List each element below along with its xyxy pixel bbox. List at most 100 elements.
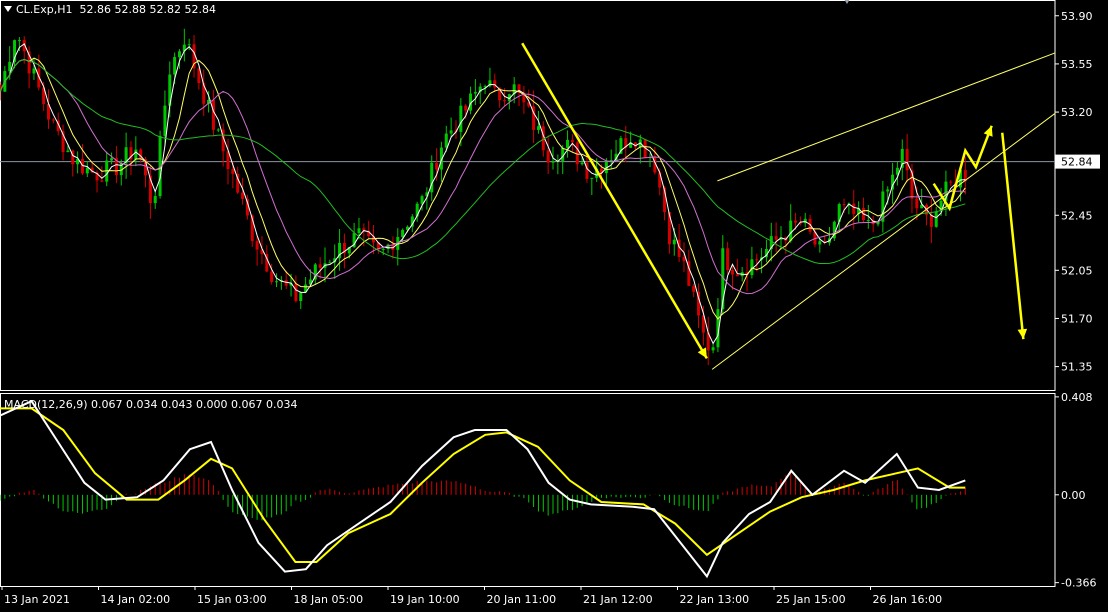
time-axis-label: 25 Jan 15:00 bbox=[776, 593, 846, 606]
candle-body bbox=[852, 203, 856, 214]
candle-body bbox=[755, 259, 759, 261]
candle-body bbox=[794, 220, 798, 223]
candle-body bbox=[255, 241, 259, 250]
chart-window: 53.9053.5553.2052.8552.4552.0551.7051.35… bbox=[0, 0, 1108, 608]
candle-body bbox=[449, 130, 453, 134]
candle-body bbox=[299, 292, 303, 302]
macd-axis-label: -0.366 bbox=[1061, 577, 1096, 590]
time-axis-label: 22 Jan 13:00 bbox=[680, 593, 750, 606]
current-price-label: 52.84 bbox=[1061, 156, 1093, 169]
candle-body bbox=[381, 248, 385, 250]
candle-body bbox=[100, 180, 104, 182]
projection-arrow[interactable] bbox=[1001, 132, 1025, 340]
candle-body bbox=[934, 211, 938, 227]
time-axis-label: 13 Jan 2021 bbox=[4, 593, 70, 606]
price-axis-label: 53.90 bbox=[1061, 10, 1093, 23]
price-axis-label: 53.55 bbox=[1061, 58, 1093, 71]
candle-body bbox=[866, 219, 870, 221]
time-axis-label: 14 Jan 02:00 bbox=[101, 593, 171, 606]
candle-body bbox=[570, 139, 574, 143]
candle-body bbox=[66, 150, 70, 152]
candle-body bbox=[905, 148, 909, 171]
candle-body bbox=[357, 228, 361, 234]
candle-body bbox=[789, 220, 793, 241]
candle-body bbox=[85, 167, 89, 174]
macd-indicator-label: MACD(12,26,9) 0.067 0.034 0.043 0.000 0.… bbox=[4, 398, 298, 411]
candle-body bbox=[153, 196, 157, 204]
candle-body bbox=[551, 161, 555, 163]
candle-body bbox=[420, 196, 424, 204]
candle-body bbox=[915, 198, 919, 209]
candle-body bbox=[241, 192, 245, 199]
candle-body bbox=[536, 126, 540, 130]
candle-body bbox=[566, 139, 570, 148]
macd-main-line bbox=[0, 399, 966, 579]
price-axis-label: 51.70 bbox=[1061, 312, 1093, 325]
candle-body bbox=[493, 80, 497, 88]
price-axis-label: 52.05 bbox=[1061, 264, 1093, 277]
chart-canvas[interactable]: 53.9053.5553.2052.8552.4552.0551.7051.35… bbox=[0, 0, 1108, 608]
chart-menu-icon[interactable] bbox=[4, 6, 12, 12]
candle-body bbox=[318, 264, 322, 268]
candle-body bbox=[444, 133, 448, 148]
ohlc-values: 52.86 52.88 52.82 52.84 bbox=[79, 3, 216, 16]
candle-body bbox=[173, 57, 177, 75]
candle-body bbox=[682, 256, 686, 262]
ma-yellow-line bbox=[0, 57, 966, 320]
price-axis-label: 53.20 bbox=[1061, 106, 1093, 119]
candle-body bbox=[294, 283, 298, 302]
candle-body bbox=[211, 99, 215, 130]
candle-body bbox=[949, 181, 953, 183]
candle-body bbox=[711, 347, 715, 351]
candle-body bbox=[726, 248, 730, 271]
candle-body bbox=[692, 285, 696, 292]
candle-body bbox=[51, 119, 55, 121]
candle-body bbox=[502, 100, 506, 102]
candle-body bbox=[672, 239, 676, 245]
candle-body bbox=[929, 214, 933, 227]
symbol-name: CL.Exp,H1 bbox=[16, 3, 73, 16]
time-axis-label: 19 Jan 10:00 bbox=[390, 593, 460, 606]
candle-body bbox=[177, 51, 181, 58]
candle-body bbox=[886, 189, 890, 192]
candle-body bbox=[818, 241, 822, 245]
candle-body bbox=[464, 105, 468, 111]
candle-body bbox=[275, 281, 279, 283]
candle-body bbox=[134, 149, 138, 160]
candle-body bbox=[750, 259, 754, 276]
shift-marker-icon[interactable] bbox=[841, 0, 853, 4]
time-axis-label: 20 Jan 11:00 bbox=[487, 593, 557, 606]
candle-body bbox=[580, 162, 584, 165]
price-axis-label: 51.35 bbox=[1061, 361, 1093, 374]
time-axis-label: 15 Jan 03:00 bbox=[197, 593, 267, 606]
candle-body bbox=[231, 169, 235, 174]
candle-body bbox=[17, 40, 21, 42]
candle-body bbox=[270, 271, 274, 282]
time-axis-label: 26 Jan 16:00 bbox=[873, 593, 943, 606]
candle-body bbox=[435, 162, 439, 170]
projection-arrow[interactable] bbox=[521, 42, 708, 359]
time-axis-label: 18 Jan 05:00 bbox=[294, 593, 364, 606]
candle-body bbox=[774, 236, 778, 240]
candle-body bbox=[459, 105, 463, 132]
candle-body bbox=[842, 204, 846, 206]
candle-body bbox=[546, 150, 550, 163]
candle-body bbox=[473, 91, 477, 94]
price-axis-label: 52.45 bbox=[1061, 209, 1093, 222]
candle-body bbox=[216, 129, 220, 131]
macd-axis-label: 0.00 bbox=[1061, 489, 1086, 502]
time-axis-label: 21 Jan 12:00 bbox=[583, 593, 653, 606]
symbol-header: CL.Exp,H1 52.86 52.88 52.82 52.84 bbox=[4, 3, 216, 16]
candle-body bbox=[187, 44, 191, 46]
ma-violet-line bbox=[0, 58, 966, 295]
candle-body bbox=[590, 177, 594, 179]
candle-body bbox=[110, 158, 114, 161]
candle-body bbox=[163, 105, 167, 136]
macd-signal-line bbox=[0, 407, 966, 563]
candle-body bbox=[730, 270, 734, 275]
candle-body bbox=[401, 229, 405, 237]
candle-body bbox=[32, 68, 36, 74]
candle-body bbox=[735, 274, 739, 277]
macd-pane-frame bbox=[0, 393, 1056, 587]
macd-axis-label: 0.408 bbox=[1061, 391, 1093, 404]
